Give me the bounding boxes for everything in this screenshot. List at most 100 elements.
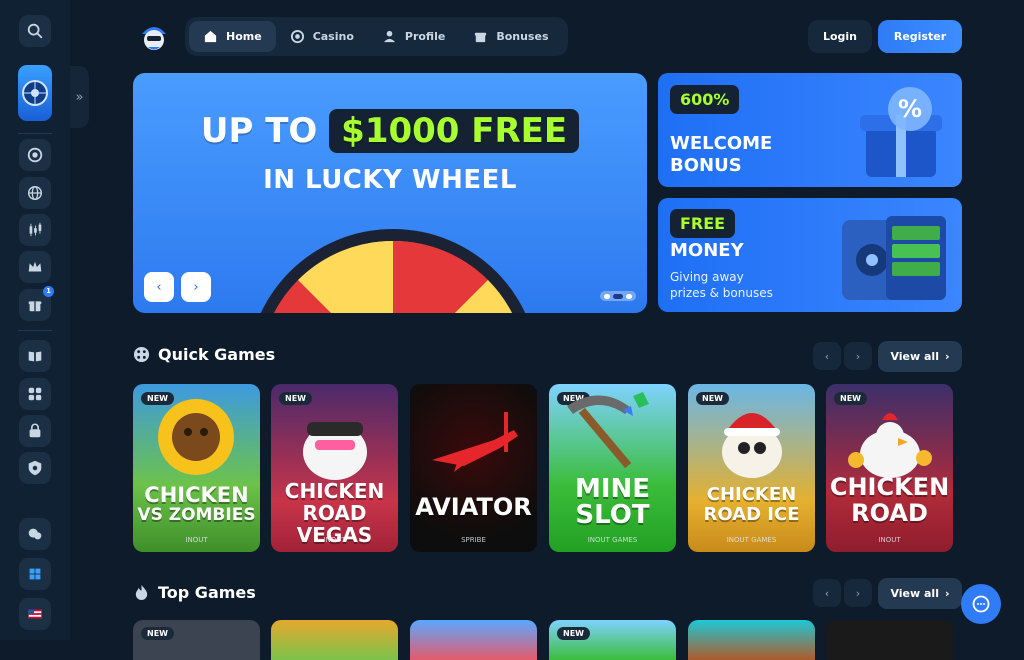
promo-title-line: WELCOME xyxy=(670,133,773,154)
login-button[interactable]: Login xyxy=(808,20,872,53)
grid-icon xyxy=(28,387,42,401)
game-card[interactable]: NEW CHICKEN VS ZOMBIES INOUT xyxy=(133,384,260,552)
promo-subtitle: Giving away prizes & bonuses xyxy=(670,269,773,301)
globe-icon xyxy=(27,185,43,201)
pickaxe-image xyxy=(567,392,649,469)
game-title: ROAD ICE xyxy=(703,504,800,525)
sidebar: 1 xyxy=(0,0,70,640)
promo-tag: 600% xyxy=(670,85,740,114)
search-button[interactable] xyxy=(19,15,51,47)
hero-headline: UP TO $1000 FREE xyxy=(133,109,647,153)
nav-home[interactable]: Home xyxy=(189,21,276,52)
game-title: CHICKEN xyxy=(144,483,249,507)
live-chat-button[interactable] xyxy=(961,584,1001,624)
game-card[interactable] xyxy=(688,620,815,660)
view-all-label: View all xyxy=(890,350,939,363)
hero-prev-button[interactable]: ‹ xyxy=(144,272,174,302)
section-title: Top Games xyxy=(158,583,256,602)
chevron-right-icon: › xyxy=(855,349,861,363)
sunflower-image xyxy=(158,399,234,475)
game-title: SLOT xyxy=(575,500,650,530)
quick-games-prev-button[interactable]: ‹ xyxy=(813,342,841,370)
sidebar-divider xyxy=(18,330,52,331)
game-provider: SPRIBE xyxy=(461,536,486,544)
game-provider: INOUT xyxy=(185,536,208,544)
game-card[interactable]: NEW xyxy=(133,620,260,660)
chicken-santa-image xyxy=(722,413,782,478)
sidebar-item-security[interactable] xyxy=(19,452,51,484)
carousel-indicator[interactable] xyxy=(600,291,636,301)
top-games-prev-button[interactable]: ‹ xyxy=(813,579,841,607)
lock-icon xyxy=(29,423,41,438)
fire-icon xyxy=(135,584,148,601)
promo-welcome-bonus[interactable]: 600% WELCOME BONUS % xyxy=(658,73,962,187)
game-card[interactable]: NEW CHICKEN ROAD INOUT xyxy=(826,384,953,552)
nav-profile-label: Profile xyxy=(404,30,446,43)
game-card[interactable]: NEW CHICKEN ROAD ICE INOUT GAMES xyxy=(688,384,815,552)
top-games-view-all[interactable]: View all › xyxy=(878,578,962,609)
game-card[interactable] xyxy=(826,620,953,660)
game-title: CHICKEN xyxy=(706,484,797,505)
site-logo[interactable] xyxy=(136,18,172,54)
sidebar-item-games[interactable] xyxy=(19,378,51,410)
sidebar-expand-button[interactable]: » xyxy=(70,66,89,128)
chip-icon xyxy=(27,147,43,163)
sidebar-item-guide[interactable] xyxy=(19,340,51,372)
shield-icon xyxy=(28,460,42,476)
chat-bubbles-icon xyxy=(28,528,42,540)
search-icon xyxy=(27,23,43,39)
safe-with-money-image xyxy=(842,216,946,300)
language-button[interactable] xyxy=(19,598,51,630)
quick-games-next-button[interactable]: › xyxy=(844,342,872,370)
hero-next-button[interactable]: › xyxy=(181,272,211,302)
quick-games-header: Quick Games xyxy=(133,345,275,364)
chat-icon xyxy=(972,595,990,613)
game-title: MINE xyxy=(574,474,651,504)
game-card[interactable] xyxy=(271,620,398,660)
promo-free-money[interactable]: FREE MONEY Giving away prizes & bonuses xyxy=(658,198,962,312)
main-navigation: Home Casino Profile Bonuses xyxy=(185,17,568,56)
hero-banner[interactable]: UP TO $1000 FREE IN LUCKY WHEEL ‹ › xyxy=(133,73,647,313)
dice-icon xyxy=(133,346,150,363)
game-card[interactable]: NEW MINE SLOT INOUT GAMES xyxy=(549,384,676,552)
nav-bonuses[interactable]: Bonuses xyxy=(459,21,562,52)
quick-games-view-all[interactable]: View all › xyxy=(878,341,962,372)
top-games-next-button[interactable]: › xyxy=(844,579,872,607)
new-badge: NEW xyxy=(141,627,174,640)
windows-app-button[interactable] xyxy=(19,558,51,590)
hero-highlight: $1000 FREE xyxy=(329,109,580,153)
sidebar-item-sports[interactable] xyxy=(19,177,51,209)
candlestick-icon xyxy=(29,222,42,237)
promo-tag: FREE xyxy=(670,209,736,238)
book-icon xyxy=(28,351,42,362)
lucky-wheel-promo[interactable] xyxy=(18,65,52,121)
game-provider: INOUT GAMES xyxy=(726,536,777,544)
hero-prefix: UP TO xyxy=(200,111,318,151)
chevron-left-icon: ‹ xyxy=(824,586,830,600)
nav-casino[interactable]: Casino xyxy=(276,21,368,52)
chip-icon xyxy=(290,29,304,44)
lucky-wheel-image xyxy=(260,229,526,313)
sidebar-item-trading[interactable] xyxy=(19,214,51,246)
game-card[interactable]: NEW CHICKEN ROAD VEGAS INOUT xyxy=(271,384,398,552)
windows-icon xyxy=(29,568,41,580)
game-provider: INOUT GAMES xyxy=(587,536,638,544)
chicken-image xyxy=(848,413,932,478)
sidebar-item-wallet[interactable] xyxy=(19,415,51,447)
double-chevron-right-icon: » xyxy=(75,89,84,105)
promo-subtitle-line: prizes & bonuses xyxy=(670,286,773,300)
game-card[interactable]: NEW xyxy=(549,620,676,660)
sidebar-item-casino[interactable] xyxy=(19,139,51,171)
sidebar-item-gifts[interactable]: 1 xyxy=(19,286,54,321)
us-flag-icon xyxy=(28,609,42,619)
game-provider: INOUT xyxy=(878,536,901,544)
sidebar-item-vip[interactable] xyxy=(19,251,51,283)
game-title: AVIATOR xyxy=(415,493,532,521)
game-provider: INOUT xyxy=(323,536,346,544)
chevron-right-icon: › xyxy=(944,587,950,600)
game-card[interactable]: AVIATOR SPRIBE xyxy=(410,384,537,552)
game-card[interactable] xyxy=(410,620,537,660)
register-button[interactable]: Register xyxy=(878,20,962,53)
support-button[interactable] xyxy=(19,518,51,550)
nav-profile[interactable]: Profile xyxy=(368,21,459,52)
